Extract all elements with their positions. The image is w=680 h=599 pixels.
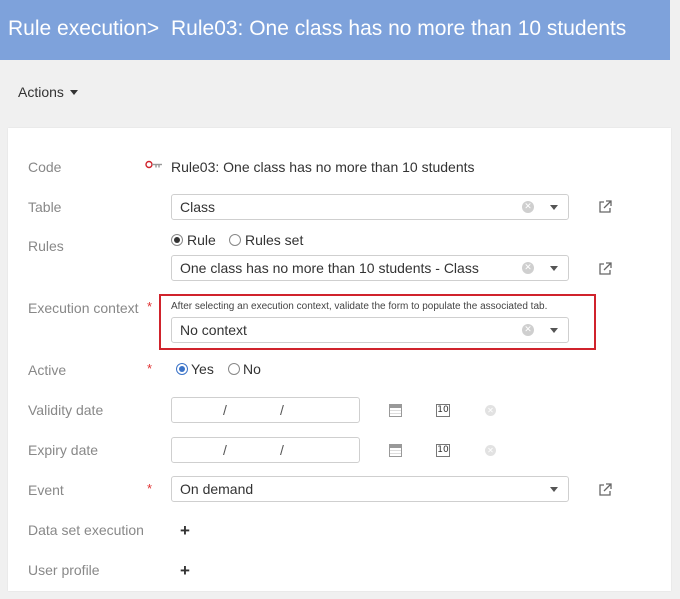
- required-marker: *: [147, 361, 153, 376]
- code-key-icon: [145, 160, 162, 169]
- rules-label: Rules: [28, 238, 64, 254]
- external-link-icon[interactable]: [598, 262, 612, 276]
- radio-active-no[interactable]: [228, 363, 240, 375]
- calendar-icon[interactable]: [389, 444, 402, 457]
- clear-date-icon[interactable]: ✕: [485, 445, 496, 456]
- chevron-down-icon[interactable]: [550, 328, 558, 333]
- event-select[interactable]: On demand: [171, 476, 569, 502]
- date-separator: /: [223, 442, 227, 458]
- active-label: Active: [28, 362, 67, 378]
- date-separator: /: [280, 442, 284, 458]
- validity-date-label: Validity date: [28, 402, 104, 418]
- radio-active-no-label: No: [243, 361, 261, 377]
- table-select[interactable]: Class ✕: [171, 194, 569, 220]
- radio-rules-set[interactable]: [229, 234, 241, 246]
- caret-down-icon: [69, 89, 78, 95]
- breadcrumb[interactable]: Rule execution>: [8, 0, 159, 58]
- chevron-down-icon[interactable]: [550, 266, 558, 271]
- event-select-value: On demand: [180, 481, 254, 497]
- radio-rules-set-label: Rules set: [245, 232, 304, 248]
- rules-select-value: One class has no more than 10 students -…: [180, 260, 479, 276]
- expiry-date-input[interactable]: / /: [171, 437, 360, 463]
- calendar-today-icon[interactable]: 10: [436, 404, 450, 417]
- code-value: Rule03: One class has no more than 10 st…: [171, 159, 475, 175]
- data-set-execution-label: Data set execution: [28, 522, 144, 538]
- event-label: Event: [28, 482, 64, 498]
- radio-active-yes[interactable]: [176, 363, 188, 375]
- external-link-icon[interactable]: [598, 200, 612, 214]
- table-select-value: Class: [180, 199, 216, 215]
- validity-date-input[interactable]: / /: [171, 397, 360, 423]
- execution-context-select[interactable]: No context ✕: [171, 317, 569, 343]
- expiry-date-label: Expiry date: [28, 442, 99, 458]
- date-separator: /: [223, 402, 227, 418]
- radio-rule-label: Rule: [187, 232, 216, 248]
- form-panel: Code Rule03: One class has no more than …: [8, 128, 671, 591]
- radio-rule[interactable]: [171, 234, 183, 246]
- clear-icon[interactable]: ✕: [522, 201, 534, 213]
- rules-select[interactable]: One class has no more than 10 students -…: [171, 255, 569, 281]
- chevron-down-icon[interactable]: [550, 487, 558, 492]
- external-link-icon[interactable]: [598, 483, 612, 497]
- add-data-set-button[interactable]: +: [180, 522, 190, 539]
- execution-context-hint: After selecting an execution context, va…: [171, 301, 548, 312]
- execution-context-label: Execution context: [28, 300, 139, 316]
- chevron-down-icon[interactable]: [550, 205, 558, 210]
- page-title: Rule03: One class has no more than 10 st…: [171, 17, 627, 40]
- calendar-icon[interactable]: [389, 404, 402, 417]
- calendar-today-icon[interactable]: 10: [436, 444, 450, 457]
- user-profile-label: User profile: [28, 562, 100, 578]
- required-marker: *: [147, 481, 153, 496]
- clear-date-icon[interactable]: ✕: [485, 405, 496, 416]
- add-user-profile-button[interactable]: +: [180, 562, 190, 579]
- date-separator: /: [280, 402, 284, 418]
- table-label: Table: [28, 199, 62, 215]
- clear-icon[interactable]: ✕: [522, 262, 534, 274]
- radio-active-yes-label: Yes: [191, 361, 214, 377]
- clear-icon[interactable]: ✕: [522, 324, 534, 336]
- actions-label: Actions: [18, 84, 64, 100]
- page-header: Rule execution> Rule03: One class has no…: [0, 0, 670, 60]
- actions-menu-button[interactable]: Actions: [18, 84, 78, 100]
- execution-context-value: No context: [180, 322, 247, 338]
- code-label: Code: [28, 159, 62, 175]
- required-marker: *: [147, 299, 153, 314]
